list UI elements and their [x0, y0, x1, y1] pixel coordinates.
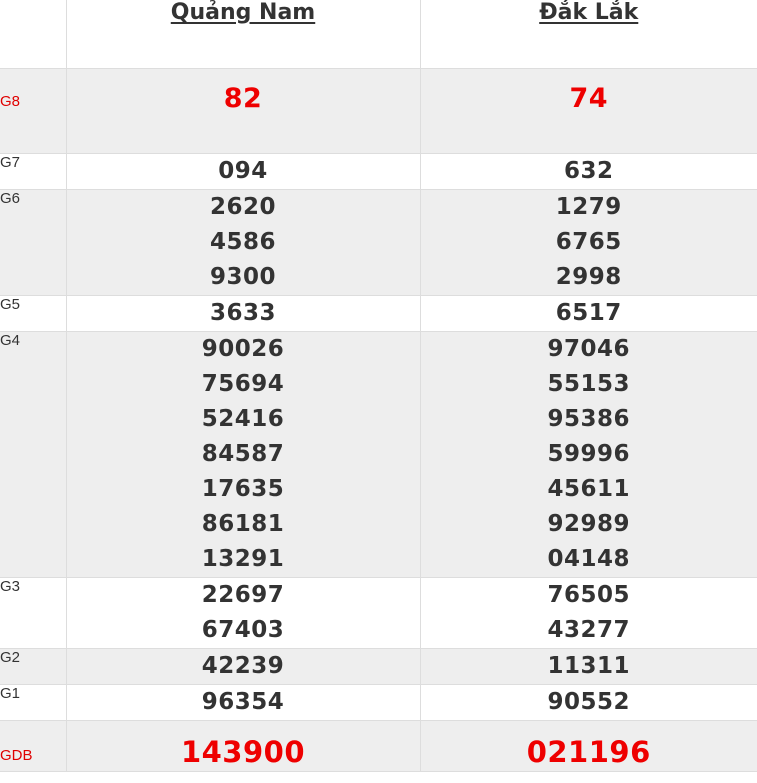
- prize-number: 2620: [67, 190, 420, 225]
- prize-number: 96354: [67, 685, 420, 720]
- prize-cell: 42239: [66, 649, 420, 685]
- prize-label: G1: [0, 685, 66, 721]
- prize-cell: 143900: [66, 721, 420, 772]
- prize-number: 6517: [421, 296, 757, 331]
- province-header-dak-lak[interactable]: Đắk Lắk: [420, 0, 757, 69]
- province-header-quang-nam[interactable]: Quảng Nam: [66, 0, 420, 69]
- prize-number: 52416: [67, 402, 420, 437]
- header-row: Quảng Nam Đắk Lắk: [0, 0, 757, 69]
- prize-number: 90552: [421, 685, 757, 720]
- prize-number: 11311: [421, 649, 757, 684]
- prize-number: 094: [67, 154, 420, 189]
- prize-number: 17635: [67, 472, 420, 507]
- prize-number: 13291: [67, 542, 420, 577]
- prize-number: 9300: [67, 260, 420, 295]
- prize-number: 75694: [67, 367, 420, 402]
- lottery-results-table: Quảng Nam Đắk Lắk G8 82 74 G7 094 632 G6…: [0, 0, 757, 772]
- prize-row-gdb: GDB 143900 021196: [0, 721, 757, 772]
- prize-cell: 96354: [66, 685, 420, 721]
- prize-row-g2: G2 42239 11311: [0, 649, 757, 685]
- prize-label: G6: [0, 190, 66, 296]
- province-name[interactable]: Đắk Lắk: [539, 0, 638, 25]
- prize-label: G4: [0, 332, 66, 578]
- prize-number: 59996: [421, 437, 757, 472]
- prize-number: 86181: [67, 507, 420, 542]
- prize-cell: 90026 75694 52416 84587 17635 86181 1329…: [66, 332, 420, 578]
- prize-number: 1279: [421, 190, 757, 225]
- prize-number: 6765: [421, 225, 757, 260]
- prize-cell: 82: [66, 69, 420, 154]
- prize-row-g8: G8 82 74: [0, 69, 757, 154]
- prize-number: 2998: [421, 260, 757, 295]
- prize-cell: 11311: [420, 649, 757, 685]
- prize-row-g5: G5 3633 6517: [0, 296, 757, 332]
- prize-number: 04148: [421, 542, 757, 577]
- prize-number: 84587: [67, 437, 420, 472]
- prize-number: 95386: [421, 402, 757, 437]
- prize-row-g1: G1 96354 90552: [0, 685, 757, 721]
- prize-cell: 1279 6765 2998: [420, 190, 757, 296]
- header-label-cell: [0, 0, 66, 69]
- prize-number: 74: [421, 69, 757, 129]
- prize-number: 90026: [67, 332, 420, 367]
- prize-cell: 97046 55153 95386 59996 45611 92989 0414…: [420, 332, 757, 578]
- prize-number: 82: [67, 69, 420, 129]
- prize-number: 143900: [67, 721, 420, 771]
- prize-number: 3633: [67, 296, 420, 331]
- prize-cell: 2620 4586 9300: [66, 190, 420, 296]
- prize-row-g6: G6 2620 4586 9300 1279 6765 2998: [0, 190, 757, 296]
- prize-number: 45611: [421, 472, 757, 507]
- prize-row-g4: G4 90026 75694 52416 84587 17635 86181 1…: [0, 332, 757, 578]
- prize-number: 43277: [421, 613, 757, 648]
- prize-number: 76505: [421, 578, 757, 613]
- prize-row-g3: G3 22697 67403 76505 43277: [0, 578, 757, 649]
- prize-number: 22697: [67, 578, 420, 613]
- prize-label: G7: [0, 154, 66, 190]
- prize-row-g7: G7 094 632: [0, 154, 757, 190]
- prize-cell: 021196: [420, 721, 757, 772]
- prize-label: G2: [0, 649, 66, 685]
- prize-cell: 22697 67403: [66, 578, 420, 649]
- prize-number: 4586: [67, 225, 420, 260]
- prize-number: 97046: [421, 332, 757, 367]
- prize-cell: 632: [420, 154, 757, 190]
- prize-number: 42239: [67, 649, 420, 684]
- prize-cell: 094: [66, 154, 420, 190]
- prize-label: G3: [0, 578, 66, 649]
- prize-cell: 6517: [420, 296, 757, 332]
- prize-label: GDB: [0, 721, 66, 772]
- prize-number: 67403: [67, 613, 420, 648]
- prize-cell: 3633: [66, 296, 420, 332]
- prize-number: 632: [421, 154, 757, 189]
- prize-cell: 90552: [420, 685, 757, 721]
- province-name[interactable]: Quảng Nam: [171, 0, 315, 25]
- prize-label: G5: [0, 296, 66, 332]
- prize-number: 55153: [421, 367, 757, 402]
- prize-cell: 74: [420, 69, 757, 154]
- prize-number: 92989: [421, 507, 757, 542]
- prize-label: G8: [0, 69, 66, 154]
- prize-cell: 76505 43277: [420, 578, 757, 649]
- prize-number: 021196: [421, 721, 757, 771]
